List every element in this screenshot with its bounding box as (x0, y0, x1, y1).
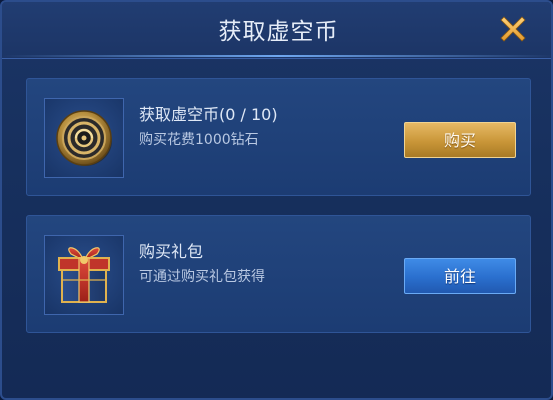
get-void-coin-dialog: 获取虚空币 获取虚空币(0 / 10) 购买花费1000钻石 购买 购买礼包 可… (0, 0, 553, 400)
buy-coin-description: 购买花费1000钻石 (139, 132, 259, 148)
buy-pack-card: 购买礼包 可通过购买礼包获得 前往 (26, 215, 531, 333)
buy-pack-description: 可通过购买礼包获得 (139, 269, 265, 285)
gift-box-icon (58, 247, 110, 303)
buy-button[interactable]: 购买 (404, 122, 516, 158)
gift-box-icon-frame (44, 235, 124, 315)
go-button[interactable]: 前往 (404, 258, 516, 294)
header-divider (2, 55, 551, 57)
buy-pack-title: 购买礼包 (139, 242, 204, 261)
close-button[interactable] (496, 12, 530, 46)
close-icon (500, 16, 526, 42)
dialog-header: 获取虚空币 (2, 2, 551, 59)
void-coin-icon-frame (44, 98, 124, 178)
buy-coin-card: 获取虚空币(0 / 10) 购买花费1000钻石 购买 (26, 78, 531, 196)
dialog-title: 获取虚空币 (218, 19, 339, 45)
void-coin-icon (56, 110, 112, 166)
buy-coin-title: 获取虚空币(0 / 10) (139, 105, 278, 124)
